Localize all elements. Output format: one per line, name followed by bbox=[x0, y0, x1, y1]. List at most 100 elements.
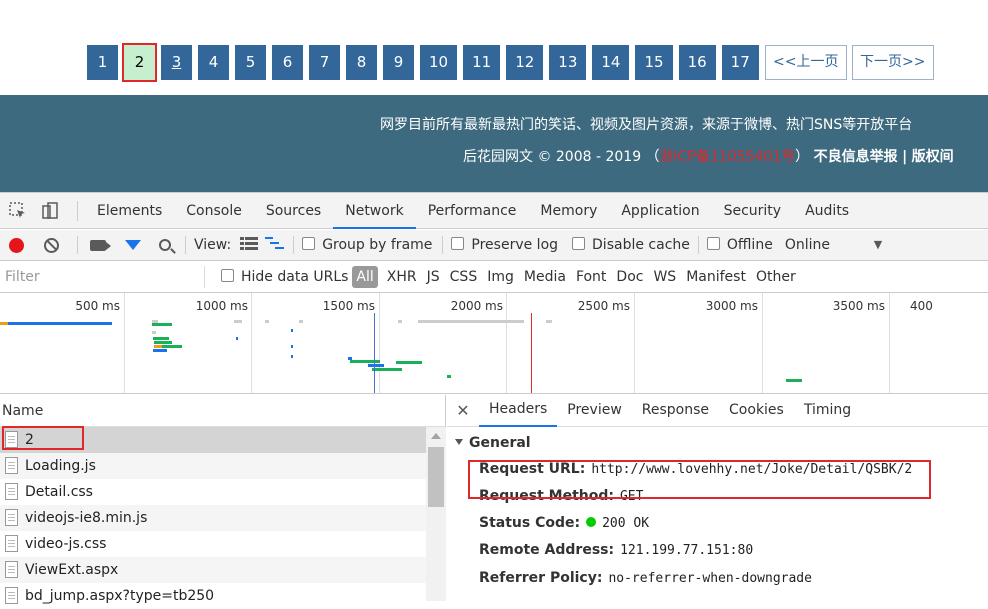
large-rows-icon[interactable] bbox=[239, 235, 259, 255]
filter-type-img[interactable]: Img bbox=[482, 269, 519, 285]
preserve-log-checkbox[interactable]: Preserve log bbox=[451, 237, 558, 253]
page-link-4[interactable]: 4 bbox=[198, 45, 229, 80]
throttling-select[interactable]: Online bbox=[785, 237, 830, 253]
scroll-thumb[interactable] bbox=[428, 447, 444, 507]
page-link-16[interactable]: 16 bbox=[678, 45, 716, 80]
filter-icon[interactable] bbox=[125, 240, 141, 250]
page-label: 17 bbox=[730, 53, 750, 71]
page-link-8[interactable]: 8 bbox=[346, 45, 377, 80]
tab-performance[interactable]: Performance bbox=[416, 193, 529, 229]
tab-network[interactable]: Network bbox=[333, 193, 416, 229]
page-link-14[interactable]: 14 bbox=[592, 45, 630, 80]
filter-type-css[interactable]: CSS bbox=[445, 269, 483, 285]
filter-type-font[interactable]: Font bbox=[571, 269, 611, 285]
inspect-element-icon[interactable] bbox=[8, 202, 28, 222]
timeline-bar bbox=[152, 331, 156, 334]
network-overview-timeline[interactable]: 500 ms 1000 ms 1500 ms 2000 ms 2500 ms 3… bbox=[0, 293, 988, 394]
scroll-up-icon[interactable] bbox=[431, 433, 441, 439]
filter-type-all[interactable]: All bbox=[352, 266, 378, 288]
page-link-1[interactable]: 1 bbox=[87, 45, 118, 80]
request-row[interactable]: Detail.css bbox=[0, 479, 426, 505]
document-icon bbox=[5, 587, 18, 604]
timeline-bar bbox=[447, 375, 451, 378]
page-label: 6 bbox=[282, 53, 293, 71]
clear-icon[interactable] bbox=[44, 237, 59, 253]
page-label: 9 bbox=[393, 53, 404, 71]
timeline-bar bbox=[398, 320, 402, 323]
requests-scrollbar[interactable] bbox=[426, 427, 446, 601]
tab-application[interactable]: Application bbox=[609, 193, 711, 229]
timeline-bar bbox=[8, 322, 112, 325]
request-row[interactable]: videojs-ie8.min.js bbox=[0, 505, 426, 531]
tab-headers[interactable]: Headers bbox=[479, 394, 558, 427]
highlight-box-request bbox=[2, 426, 84, 450]
next-page-button[interactable]: 下一页>> bbox=[851, 45, 934, 80]
page-label: 14 bbox=[601, 53, 621, 71]
request-row[interactable]: ViewExt.aspx bbox=[0, 557, 426, 583]
general-section-header[interactable]: General bbox=[455, 435, 531, 451]
tab-sources[interactable]: Sources bbox=[254, 193, 333, 229]
page-link-6[interactable]: 6 bbox=[272, 45, 303, 80]
offline-checkbox[interactable]: Offline bbox=[706, 237, 773, 253]
status-ok-icon bbox=[586, 517, 597, 527]
tab-security[interactable]: Security bbox=[712, 193, 794, 229]
close-icon[interactable]: ✕ bbox=[447, 401, 479, 420]
filter-input[interactable]: Filter bbox=[0, 266, 205, 288]
tick-label: 1000 ms bbox=[195, 299, 248, 313]
collapse-triangle-icon bbox=[455, 439, 463, 445]
page-link-13[interactable]: 13 bbox=[549, 45, 587, 80]
screenshot-icon[interactable] bbox=[90, 239, 111, 251]
filter-type-js[interactable]: JS bbox=[422, 269, 445, 285]
tab-preview[interactable]: Preview bbox=[557, 395, 632, 426]
tab-response[interactable]: Response bbox=[632, 395, 719, 426]
request-row[interactable]: Loading.js bbox=[0, 453, 426, 479]
report-link[interactable]: 不良信息举报 bbox=[814, 149, 898, 165]
page-link-10[interactable]: 10 bbox=[420, 45, 458, 80]
tab-timing[interactable]: Timing bbox=[794, 395, 861, 426]
tick-label: 3500 ms bbox=[832, 299, 885, 313]
tick-label: 3000 ms bbox=[705, 299, 758, 313]
offline-label: Offline bbox=[726, 237, 773, 253]
request-name: videojs-ie8.min.js bbox=[25, 510, 148, 526]
page-link-12[interactable]: 12 bbox=[506, 45, 544, 80]
tab-memory[interactable]: Memory bbox=[528, 193, 609, 229]
page-link-7[interactable]: 7 bbox=[309, 45, 340, 80]
filter-type-ws[interactable]: WS bbox=[648, 269, 681, 285]
tab-console[interactable]: Console bbox=[174, 193, 254, 229]
waterfall-icon[interactable] bbox=[265, 235, 285, 255]
prev-page-button[interactable]: <<上一页 bbox=[764, 45, 847, 80]
hide-data-urls-checkbox[interactable]: Hide data URLs bbox=[221, 269, 348, 285]
disable-cache-checkbox[interactable]: Disable cache bbox=[572, 237, 690, 253]
request-row[interactable]: video-js.css bbox=[0, 531, 426, 557]
group-by-frame-checkbox[interactable]: Group by frame bbox=[302, 237, 432, 253]
page-label: 10 bbox=[429, 53, 449, 71]
device-toolbar-icon[interactable] bbox=[40, 202, 60, 222]
page-label: 2 bbox=[134, 53, 145, 71]
record-icon[interactable] bbox=[9, 237, 24, 253]
document-icon bbox=[5, 509, 18, 526]
tab-elements[interactable]: Elements bbox=[85, 193, 174, 229]
search-icon[interactable] bbox=[159, 239, 171, 251]
page-link-11[interactable]: 11 bbox=[463, 45, 501, 80]
pagination: 1 2 3 4 5 6 7 8 9 10 11 12 13 14 15 16 1… bbox=[87, 43, 940, 82]
dropdown-arrow-icon[interactable]: ▼ bbox=[868, 235, 888, 255]
tab-cookies[interactable]: Cookies bbox=[719, 395, 794, 426]
filter-type-manifest[interactable]: Manifest bbox=[681, 269, 751, 285]
page-link-5[interactable]: 5 bbox=[235, 45, 266, 80]
page-link-9[interactable]: 9 bbox=[383, 45, 414, 80]
tab-audits[interactable]: Audits bbox=[793, 193, 861, 229]
filter-type-xhr[interactable]: XHR bbox=[382, 269, 422, 285]
request-row[interactable]: bd_jump.aspx?type=tb250 bbox=[0, 583, 426, 609]
view-label: View: bbox=[194, 237, 232, 253]
page-link-2-current[interactable]: 2 bbox=[122, 43, 157, 82]
footer-copyright: 后花园网文 © 2008 - 2019 （浙ICP备11055401号） 不良信… bbox=[463, 146, 954, 166]
page-link-3[interactable]: 3 bbox=[161, 45, 192, 80]
page-link-15[interactable]: 15 bbox=[635, 45, 673, 80]
name-column-header[interactable]: Name bbox=[0, 395, 445, 427]
page-link-17[interactable]: 17 bbox=[721, 45, 759, 80]
filter-type-other[interactable]: Other bbox=[751, 269, 801, 285]
icp-link[interactable]: 浙ICP备11055401号 bbox=[660, 149, 796, 165]
filter-type-media[interactable]: Media bbox=[519, 269, 571, 285]
filter-type-doc[interactable]: Doc bbox=[611, 269, 648, 285]
copyright-link[interactable]: 版权间 bbox=[912, 149, 954, 165]
